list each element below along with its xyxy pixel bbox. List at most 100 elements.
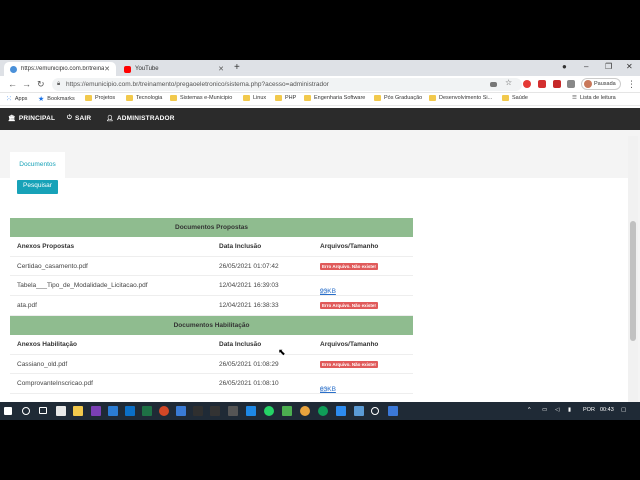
tab-title: YouTube [135, 66, 159, 72]
column-header: Anexos Propostas [17, 243, 75, 250]
table-row: ComprovanteInscricao.pdf 26/05/2021 01:0… [10, 374, 413, 394]
extension-red-icon[interactable] [538, 80, 546, 88]
app-icon[interactable] [371, 407, 379, 415]
battery-icon[interactable]: ▮ [568, 407, 571, 413]
outlook-icon[interactable] [125, 406, 135, 416]
terminal-icon[interactable] [193, 406, 203, 416]
column-header: Arquivos/Tamanho [320, 243, 379, 250]
word-icon[interactable] [108, 406, 118, 416]
site-favicon-icon [10, 65, 17, 73]
section-header: Documentos Habilitação [10, 316, 413, 335]
menu-kebab-icon[interactable]: ⋮ [627, 79, 636, 90]
bookmark-pos-graduacao[interactable]: Pós Graduação [374, 95, 422, 101]
minimize-icon[interactable]: – [584, 62, 588, 71]
maximize-icon[interactable]: ❐ [605, 62, 612, 71]
file-name: Cassiano_old.pdf [17, 360, 68, 368]
reading-list[interactable]: ☰ Lista de leitura [572, 95, 616, 101]
excel-icon[interactable] [142, 406, 152, 416]
forward-arrow-icon[interactable]: → [22, 79, 31, 89]
back-arrow-icon[interactable]: ← [8, 79, 17, 89]
search-icon[interactable] [22, 407, 30, 415]
error-badge: Erro Arquivo. Não existe! [320, 302, 378, 310]
folder-icon [126, 95, 133, 101]
app-icon[interactable] [354, 406, 364, 416]
new-tab-button[interactable]: + [234, 62, 240, 73]
network-icon[interactable]: ▭ [542, 407, 547, 413]
onenote-icon[interactable] [91, 406, 101, 416]
bookmark-projetos[interactable]: Projetos [85, 95, 115, 101]
file-explorer-icon[interactable] [73, 406, 83, 416]
nav-sair[interactable]: ⏻ SAIR [67, 115, 91, 122]
browser-tab-youtube[interactable]: YouTube ✕ [118, 62, 230, 76]
profile-button[interactable]: Pausada [581, 78, 621, 90]
bookmark-desenvolvimento[interactable]: Desenvolvimento Si... [429, 95, 492, 101]
column-header: Arquivos/Tamanho [320, 341, 379, 348]
key-icon[interactable] [490, 82, 497, 87]
tab-documentos[interactable]: Documentos [10, 152, 65, 178]
table-row: Tabela___Tipo_de_Modalidade_Licitacao.pd… [10, 276, 413, 296]
bookmark-apps[interactable]: ⁙ Apps [6, 95, 27, 103]
nav-administrador[interactable]: 👤︎ ADMINISTRADOR [106, 115, 175, 122]
language-indicator[interactable]: POR [583, 407, 595, 413]
app-icon[interactable] [228, 406, 238, 416]
bank-icon: 🏛︎ [8, 116, 16, 122]
app-icon[interactable] [176, 406, 186, 416]
whatsapp-icon[interactable] [264, 406, 274, 416]
table-header-row: Anexos Propostas Data Inclusão Arquivos/… [10, 237, 413, 257]
bookmark-tecnologia[interactable]: Tecnologia [126, 95, 162, 101]
reading-list-icon: ☰ [572, 95, 577, 101]
nav-principal[interactable]: 🏛︎ PRINCIPAL [8, 115, 55, 122]
app-icon[interactable] [210, 406, 220, 416]
notifications-icon[interactable]: ▢ [621, 407, 626, 413]
folder-icon [170, 95, 177, 101]
column-header: Anexos Habilitação [17, 341, 77, 348]
star-icon: ★ [38, 96, 45, 103]
table-row: Certidao_casamento.pdf 26/05/2021 01:07:… [10, 257, 413, 277]
reload-icon[interactable]: ↻ [37, 79, 45, 90]
bookmark-engenharia[interactable]: Engenharia Software [304, 95, 365, 101]
youtube-icon [124, 65, 131, 73]
pdf-extension-icon[interactable] [553, 80, 561, 88]
close-window-icon[interactable]: ✕ [626, 62, 633, 71]
bookmarks-bar: ⁙ Apps ★ Bookmarks Projetos Tecnologia Sis… [0, 93, 640, 106]
profile-label: Pausada [594, 81, 616, 87]
section-header: Documentos Propostas [10, 218, 413, 237]
bookmark-linux[interactable]: Linux [243, 95, 266, 101]
app-icon[interactable] [336, 406, 346, 416]
powerpoint-icon[interactable] [159, 406, 169, 416]
bookmark-label: Pós Graduação [384, 95, 423, 101]
chrome-icon[interactable] [300, 406, 310, 416]
folder-icon [243, 95, 250, 101]
bookmark-saude[interactable]: Saúde [502, 95, 528, 101]
close-tab-icon[interactable]: ✕ [218, 65, 224, 73]
folder-icon [429, 95, 436, 101]
tray-chevron-icon[interactable]: ^ [528, 407, 531, 413]
edge-icon[interactable] [318, 406, 328, 416]
widgets-icon[interactable] [56, 406, 66, 416]
bookmark-sistemas[interactable]: Sistemas e-Municipio [170, 95, 232, 101]
page-scrollbar[interactable] [628, 136, 638, 402]
tab-search-icon[interactable]: ● [562, 62, 567, 71]
app-icon[interactable] [388, 406, 398, 416]
vscode-icon[interactable] [246, 406, 256, 416]
browser-tab-strip: https://emunicipio.com.br/treina ✕ YouTu… [0, 60, 640, 76]
search-button[interactable]: Pesquisar [17, 180, 58, 194]
bookmark-php[interactable]: PHP [275, 95, 296, 101]
scrollbar-thumb[interactable] [630, 221, 636, 341]
app-icon[interactable] [282, 406, 292, 416]
url-text: https://emunicipio.com.br/treinamento/pr… [66, 81, 329, 88]
extensions-puzzle-icon[interactable] [567, 80, 575, 88]
browser-tab-emunicipio[interactable]: https://emunicipio.com.br/treina ✕ [4, 62, 116, 76]
bookmark-star-icon[interactable]: ☆ [505, 78, 512, 87]
windows-start-icon[interactable] [4, 407, 12, 415]
volume-icon[interactable]: ◁ [555, 407, 559, 413]
task-view-icon[interactable] [39, 407, 47, 414]
bookmark-label: Apps [14, 96, 28, 102]
clock[interactable]: 00:43 [600, 407, 614, 413]
close-tab-icon[interactable]: ✕ [104, 65, 110, 73]
file-date: 26/05/2021 01:08:29 [219, 360, 279, 368]
bookmark-bookmarks[interactable]: ★ Bookmarks [38, 95, 75, 103]
address-bar[interactable]: 🔒︎ https://emunicipio.com.br/treinamento… [52, 78, 522, 91]
bookmark-label: Linux [253, 95, 267, 101]
adblock-icon[interactable] [523, 80, 531, 88]
